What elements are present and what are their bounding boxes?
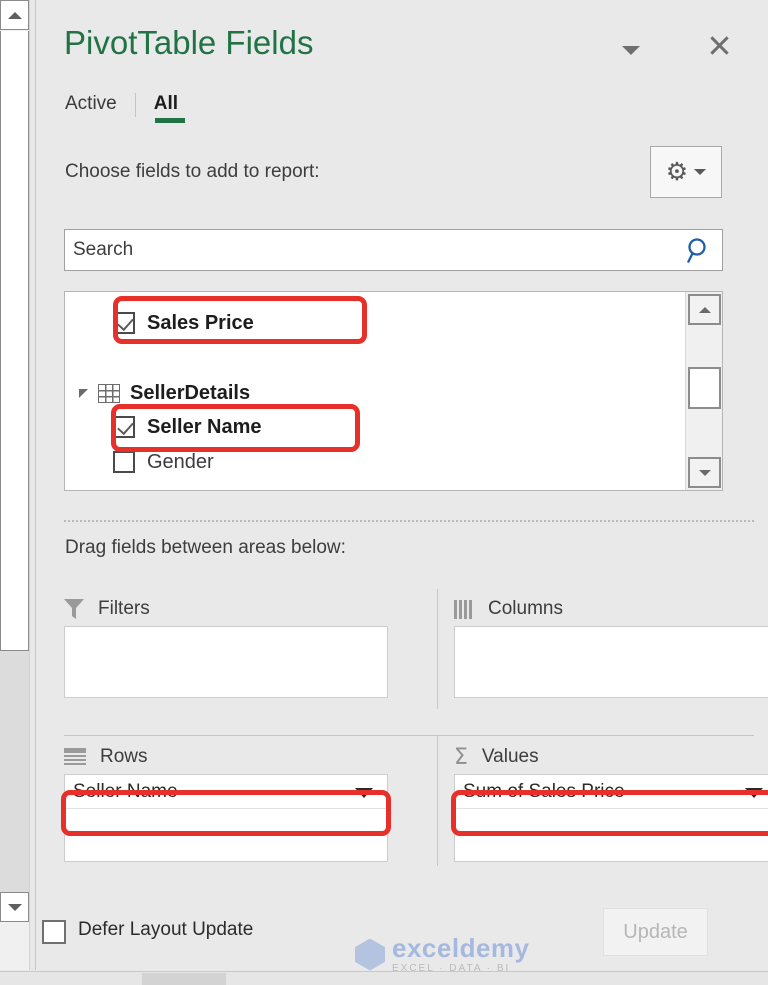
table-icon: [98, 383, 120, 403]
areas-vertical-divider-bottom: [437, 736, 438, 866]
tab-divider: [134, 93, 136, 117]
defer-layout-update-checkbox[interactable]: [42, 920, 66, 944]
tab-active[interactable]: Active: [65, 93, 117, 123]
rows-icon: [64, 747, 86, 767]
area-filters-header: Filters: [64, 592, 388, 626]
area-field-label: Sum of Sales Price: [463, 780, 625, 802]
area-field-label: Seller Name: [73, 780, 178, 802]
fields-scrollbar-thumb[interactable]: [688, 367, 721, 409]
sigma-icon: Σ: [454, 744, 468, 770]
area-filters[interactable]: Filters: [64, 592, 388, 698]
choose-fields-label: Choose fields to add to report:: [65, 161, 320, 182]
gear-icon: ⚙: [665, 157, 689, 186]
field-table-group-sellerdetails[interactable]: SellerDetails: [79, 378, 250, 408]
search-input[interactable]: [71, 235, 661, 265]
chevron-down-icon: [694, 169, 707, 175]
field-item-seller-name[interactable]: Seller Name: [113, 410, 743, 444]
field-label: Gender: [147, 450, 214, 473]
area-values-label: Values: [481, 746, 539, 767]
pivottable-fields-pane: PivotTable Fields Active All Choose fiel…: [37, 0, 768, 970]
area-columns-label: Columns: [488, 598, 563, 619]
columns-icon: [454, 599, 474, 619]
worksheet-vertical-scrollbar[interactable]: [0, 0, 30, 970]
area-filters-dropzone[interactable]: [64, 626, 388, 698]
area-values[interactable]: Σ Values Sum of Sales Price: [454, 740, 768, 862]
area-rows-label: Rows: [100, 746, 148, 767]
search-icon: [686, 238, 706, 264]
scroll-up-icon: [698, 306, 711, 313]
fields-scroll-up-button[interactable]: [688, 294, 721, 325]
area-rows[interactable]: Rows Seller Name: [64, 740, 388, 862]
chevron-down-icon[interactable]: [745, 788, 763, 798]
field-checkbox-seller-name[interactable]: [113, 416, 135, 438]
worksheet-scrollbar-thumb[interactable]: [0, 31, 29, 651]
chevron-down-icon: [622, 45, 640, 55]
area-columns-header: Columns: [454, 592, 768, 626]
chevron-down-icon[interactable]: [355, 788, 373, 798]
close-pane-button[interactable]: [702, 28, 736, 62]
table-group-label: SellerDetails: [130, 381, 251, 404]
worksheet-scroll-down-button[interactable]: [0, 892, 29, 922]
section-divider: [64, 520, 754, 522]
area-rows-dropzone[interactable]: Seller Name: [64, 774, 388, 862]
fields-list[interactable]: Sales Price SellerDetails Seller Name Ge…: [64, 291, 723, 491]
area-field-pill-values[interactable]: Sum of Sales Price: [455, 775, 768, 809]
fields-list-scrollbar[interactable]: [685, 292, 722, 490]
page-title: PivotTable Fields: [64, 24, 314, 61]
scroll-up-icon: [7, 11, 22, 19]
field-scope-tabs: Active All: [65, 93, 186, 123]
field-item-gender[interactable]: Gender: [113, 445, 743, 479]
drag-fields-label: Drag fields between areas below:: [65, 537, 346, 558]
area-values-header: Σ Values: [454, 740, 768, 774]
pane-splitter[interactable]: [31, 0, 36, 970]
worksheet-scroll-up-button[interactable]: [0, 0, 29, 30]
worksheet-scrollbar-track[interactable]: [0, 651, 29, 892]
scroll-down-icon: [698, 469, 711, 476]
search-field-container[interactable]: [64, 229, 723, 271]
defer-layout-update-label: Defer Layout Update: [78, 919, 254, 940]
tab-all[interactable]: All: [154, 93, 186, 123]
area-columns[interactable]: Columns: [454, 592, 768, 698]
area-field-pill-rows[interactable]: Seller Name: [65, 775, 387, 809]
sheet-tab-strip: [0, 971, 768, 985]
collapse-triangle-icon[interactable]: [79, 388, 88, 398]
field-label: Seller Name: [147, 415, 262, 438]
area-values-dropzone[interactable]: Sum of Sales Price: [454, 774, 768, 862]
pane-menu-button[interactable]: [614, 33, 648, 67]
sheet-tab[interactable]: [142, 973, 226, 985]
update-button[interactable]: Update: [603, 908, 708, 956]
close-icon: [708, 34, 730, 56]
scroll-down-icon: [7, 903, 22, 911]
field-list-tools-button[interactable]: ⚙: [650, 146, 722, 198]
filter-funnel-icon: [64, 599, 84, 619]
area-filters-label: Filters: [98, 598, 150, 619]
fields-scroll-down-button[interactable]: [688, 457, 721, 488]
areas-vertical-divider-top: [437, 589, 438, 709]
area-rows-header: Rows: [64, 740, 388, 774]
areas-horizontal-divider: [64, 735, 754, 736]
area-columns-dropzone[interactable]: [454, 626, 768, 698]
field-label: Sales Price: [147, 311, 254, 334]
field-item-sales-price[interactable]: Sales Price: [113, 306, 743, 340]
field-checkbox-gender[interactable]: [113, 451, 135, 473]
pivottable-fields-screenshot: PivotTable Fields Active All Choose fiel…: [0, 0, 768, 985]
field-checkbox-sales-price[interactable]: [113, 312, 135, 334]
